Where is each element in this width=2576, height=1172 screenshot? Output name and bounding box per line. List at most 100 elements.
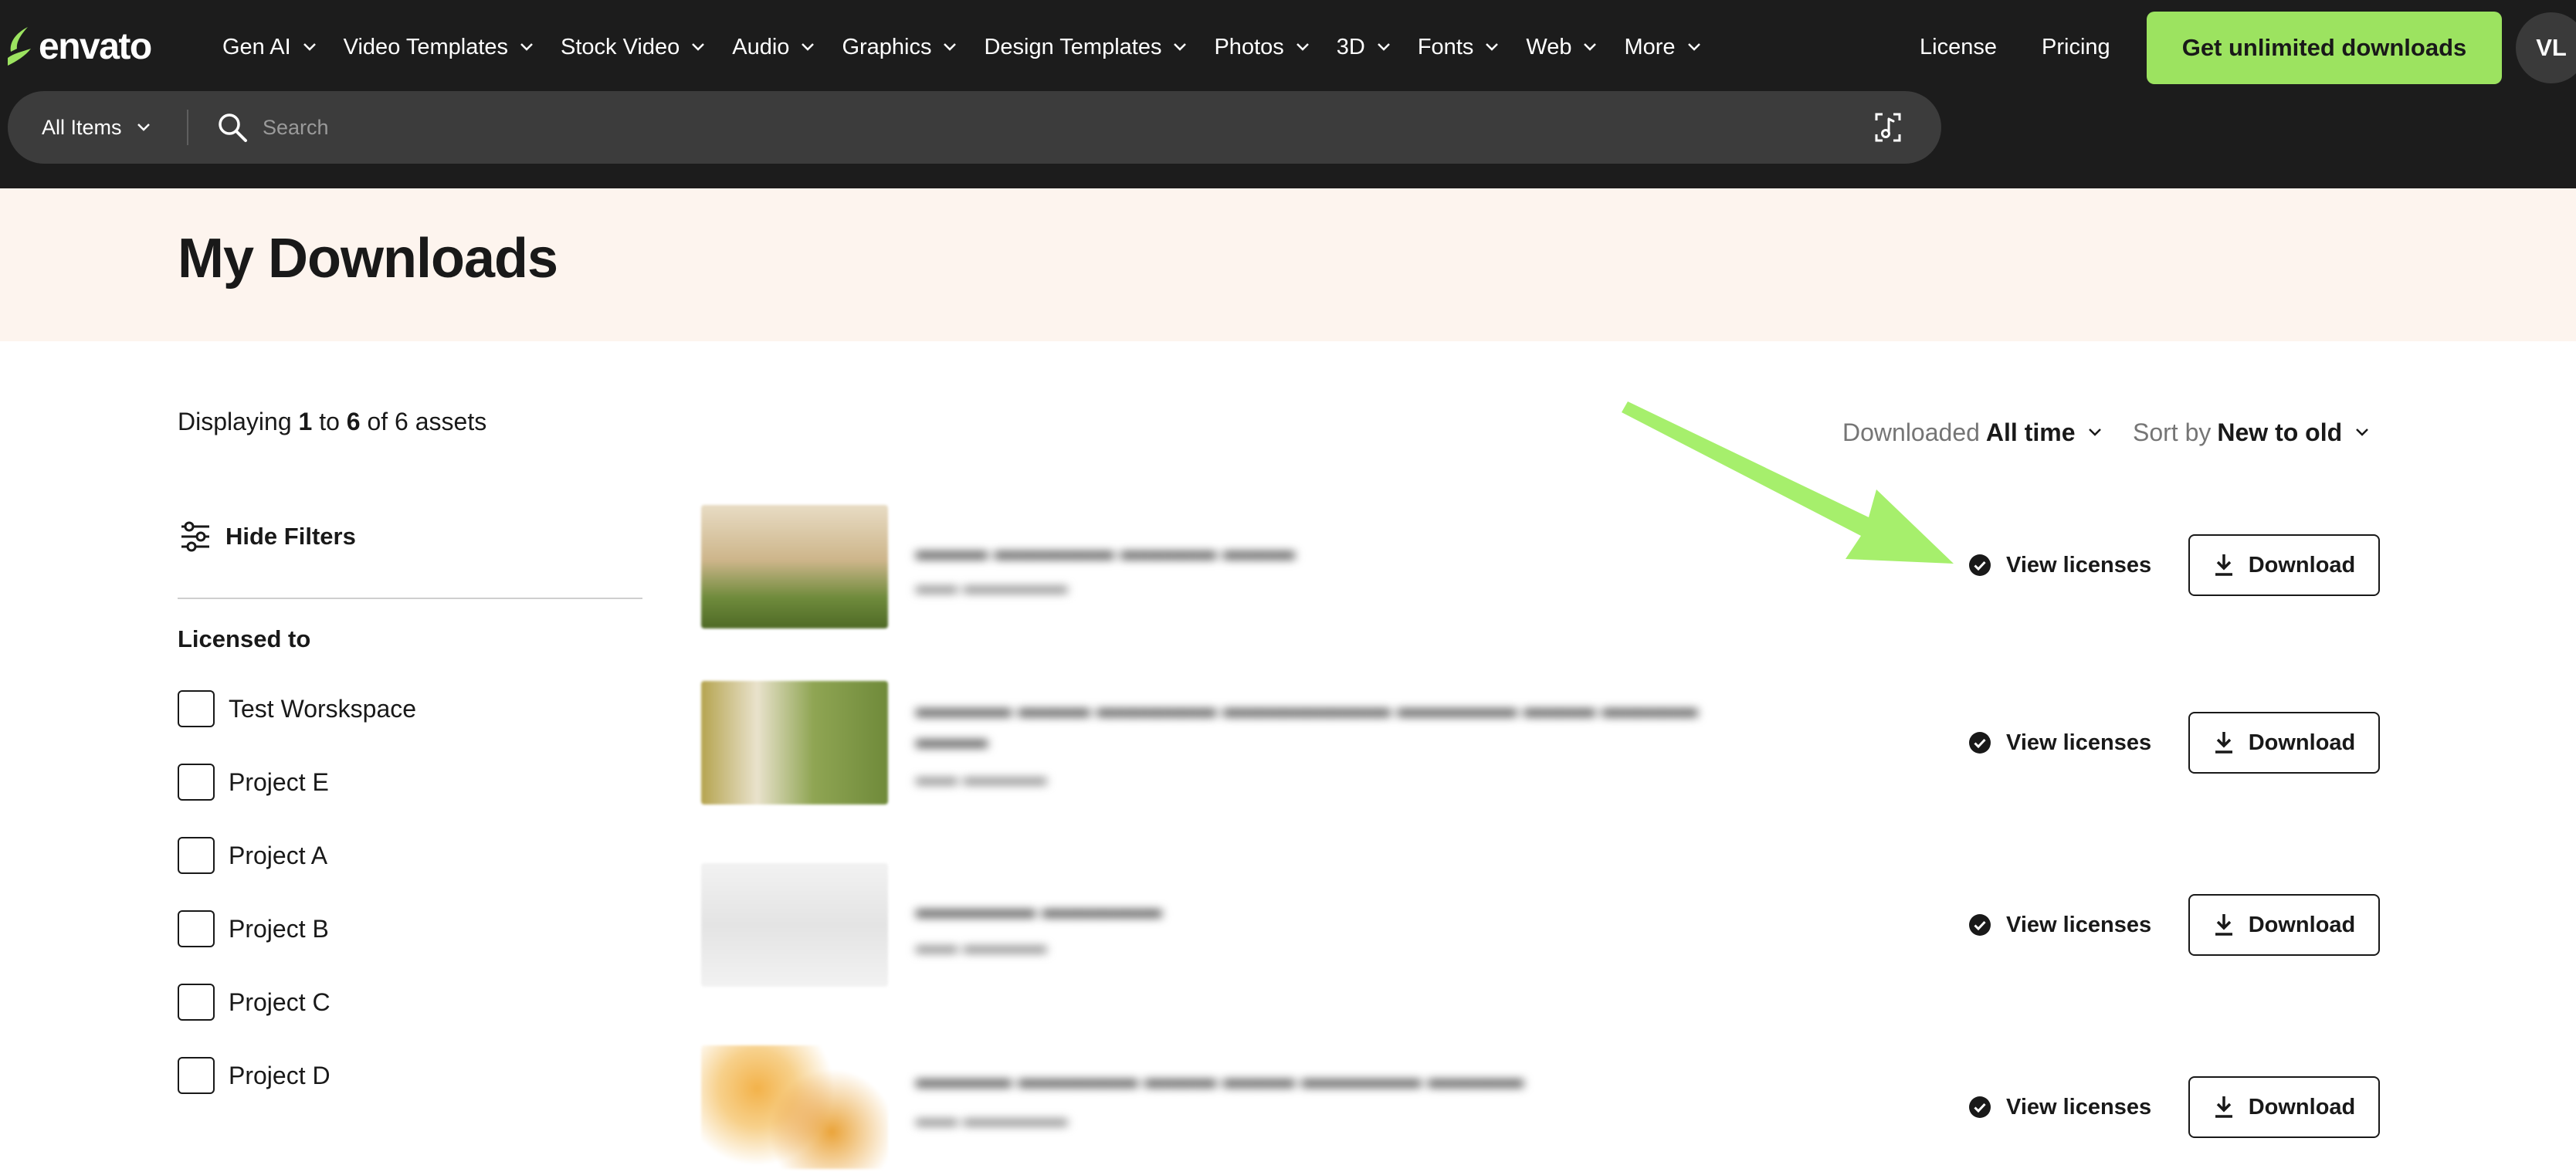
- asset-thumbnail[interactable]: [701, 863, 888, 987]
- filter-option-label: Project C: [229, 987, 330, 1016]
- results-count-total: of 6 assets: [367, 408, 487, 435]
- checkbox[interactable]: [178, 690, 215, 727]
- nav-item-web[interactable]: Web: [1526, 35, 1598, 60]
- verified-check-icon: [1969, 1096, 1991, 1118]
- search-input[interactable]: [263, 107, 1822, 148]
- downloaded-date-filter[interactable]: Downloaded All time: [1842, 414, 2103, 451]
- asset-author-redacted: ▬▬ ▬▬▬▬: [916, 766, 1047, 789]
- checkbox[interactable]: [178, 837, 215, 874]
- pricing-link[interactable]: Pricing: [2042, 23, 2110, 71]
- nav-item-label: 3D: [1336, 34, 1365, 59]
- chevron-down-icon: [1296, 43, 1309, 51]
- main-nav: Gen AI Video Templates Stock Video Audio…: [222, 23, 1728, 71]
- checkbox[interactable]: [178, 984, 215, 1021]
- download-icon: [2215, 732, 2232, 754]
- chevron-down-icon: [520, 43, 533, 51]
- nav-item-video-templates[interactable]: Video Templates: [344, 35, 534, 60]
- results-count-prefix: Displaying: [178, 408, 292, 435]
- asset-title-redacted: ▬▬▬: [916, 726, 988, 753]
- filter-option-label: Project B: [229, 914, 329, 943]
- nav-item-design-templates[interactable]: Design Templates: [984, 35, 1188, 60]
- chevron-down-icon: [1377, 43, 1390, 51]
- audio-search-icon[interactable]: [1870, 110, 1906, 145]
- user-avatar[interactable]: VL: [2516, 12, 2576, 83]
- download-label: Download: [2248, 912, 2356, 937]
- filter-option-project-e[interactable]: Project E: [178, 763, 329, 801]
- results-count-to-word: to: [319, 408, 340, 435]
- nav-item-label: Photos: [1214, 34, 1284, 59]
- downloaded-filter-label: Downloaded: [1842, 418, 1980, 446]
- page-title: My Downloads: [178, 228, 558, 290]
- filter-option-test-workspace[interactable]: Test Worskspace: [178, 689, 416, 728]
- chevron-down-icon: [2089, 428, 2102, 436]
- asset-thumbnail[interactable]: [701, 1045, 888, 1169]
- download-label: Download: [2248, 730, 2356, 755]
- view-licenses-label: View licenses: [2006, 1094, 2152, 1119]
- checkbox[interactable]: [178, 910, 215, 947]
- view-licenses-link[interactable]: View licenses: [1968, 1088, 2151, 1126]
- nav-item-more[interactable]: More: [1624, 35, 1701, 60]
- view-licenses-link[interactable]: View licenses: [1968, 723, 2151, 762]
- results-count: Displaying 1 to 6 of 6 assets: [178, 408, 486, 436]
- license-link[interactable]: License: [1920, 23, 1997, 71]
- nav-item-audio[interactable]: Audio: [732, 35, 815, 60]
- search-scope-label: All Items: [42, 115, 122, 139]
- nav-item-stock-video[interactable]: Stock Video: [561, 35, 706, 60]
- search-scope-dropdown[interactable]: All Items: [42, 91, 151, 164]
- chevron-down-icon: [137, 124, 150, 131]
- download-button[interactable]: Download: [2188, 534, 2380, 596]
- checkbox[interactable]: [178, 1057, 215, 1094]
- nav-item-label: Stock Video: [561, 34, 680, 59]
- view-licenses-label: View licenses: [2006, 912, 2152, 937]
- filter-option-label: Project E: [229, 767, 329, 796]
- view-licenses-label: View licenses: [2006, 552, 2152, 578]
- filter-option-project-c[interactable]: Project C: [178, 983, 330, 1021]
- view-licenses-link[interactable]: View licenses: [1968, 906, 2151, 944]
- nav-item-photos[interactable]: Photos: [1214, 35, 1310, 60]
- download-row: ▬▬▬▬▬ ▬▬▬▬▬ ▬▬ ▬▬▬▬ View licenses Downlo…: [700, 863, 2380, 994]
- download-button[interactable]: Download: [2188, 712, 2380, 774]
- chevron-down-icon: [2356, 428, 2369, 436]
- filters-divider: [178, 598, 642, 599]
- nav-item-3d[interactable]: 3D: [1337, 35, 1391, 60]
- asset-author-redacted: ▬▬ ▬▬▬▬▬: [916, 1107, 1068, 1130]
- sort-value: New to old: [2217, 418, 2343, 446]
- download-row: ▬▬▬ ▬▬▬▬▬ ▬▬▬▬ ▬▬▬ ▬▬ ▬▬▬▬▬ View license…: [700, 503, 2380, 635]
- view-licenses-link[interactable]: View licenses: [1968, 546, 2151, 584]
- asset-thumbnail[interactable]: [701, 681, 888, 804]
- sort-dropdown[interactable]: Sort by New to old: [2133, 414, 2370, 451]
- asset-title-redacted: ▬▬▬▬ ▬▬▬ ▬▬▬▬▬ ▬▬▬▬▬▬▬ ▬▬▬▬▬ ▬▬▬ ▬▬▬▬: [916, 695, 1698, 722]
- sliders-icon: [181, 521, 209, 552]
- chevron-down-icon: [692, 43, 705, 51]
- nav-item-graphics[interactable]: Graphics: [842, 35, 958, 60]
- filter-option-project-b[interactable]: Project B: [178, 909, 329, 948]
- licensed-to-heading: Licensed to: [178, 625, 311, 652]
- chevron-down-icon: [1174, 43, 1187, 51]
- download-row: ▬▬▬▬ ▬▬▬ ▬▬▬▬▬ ▬▬▬▬▬▬▬ ▬▬▬▬▬ ▬▬▬ ▬▬▬▬ ▬▬…: [700, 681, 2380, 812]
- nav-item-fonts[interactable]: Fonts: [1418, 35, 1500, 60]
- sort-label: Sort by: [2133, 418, 2212, 446]
- checkbox[interactable]: [178, 764, 215, 801]
- filter-option-project-d[interactable]: Project D: [178, 1056, 330, 1095]
- asset-title-redacted: ▬▬▬▬ ▬▬▬▬▬ ▬▬▬ ▬▬▬ ▬▬▬▬▬ ▬▬▬▬: [916, 1065, 1524, 1092]
- get-unlimited-downloads-button[interactable]: Get unlimited downloads: [2147, 12, 2502, 84]
- hide-filters-button[interactable]: Hide Filters: [179, 517, 356, 556]
- asset-title-redacted: ▬▬▬▬▬ ▬▬▬▬▬: [916, 896, 1162, 923]
- results-count-from: 1: [298, 408, 313, 435]
- verified-check-icon: [1969, 554, 1991, 576]
- nav-item-label: Video Templates: [343, 34, 509, 59]
- download-button[interactable]: Download: [2188, 1076, 2380, 1138]
- download-button[interactable]: Download: [2188, 894, 2380, 956]
- asset-thumbnail[interactable]: [701, 505, 888, 628]
- nav-item-label: Audio: [732, 34, 790, 59]
- filter-option-project-a[interactable]: Project A: [178, 836, 327, 875]
- nav-item-label: More: [1624, 34, 1676, 59]
- filter-option-label: Project D: [229, 1061, 330, 1089]
- asset-author-redacted: ▬▬ ▬▬▬▬▬: [916, 574, 1068, 598]
- chevron-down-icon: [802, 43, 815, 51]
- top-navigation-bar: envato Gen AI Video Templates Stock Vide…: [0, 0, 2576, 188]
- nav-item-gen-ai[interactable]: Gen AI: [222, 35, 317, 60]
- nav-item-label: Fonts: [1417, 34, 1474, 59]
- envato-logo[interactable]: envato: [5, 25, 152, 68]
- logo-wordmark: envato: [39, 25, 152, 67]
